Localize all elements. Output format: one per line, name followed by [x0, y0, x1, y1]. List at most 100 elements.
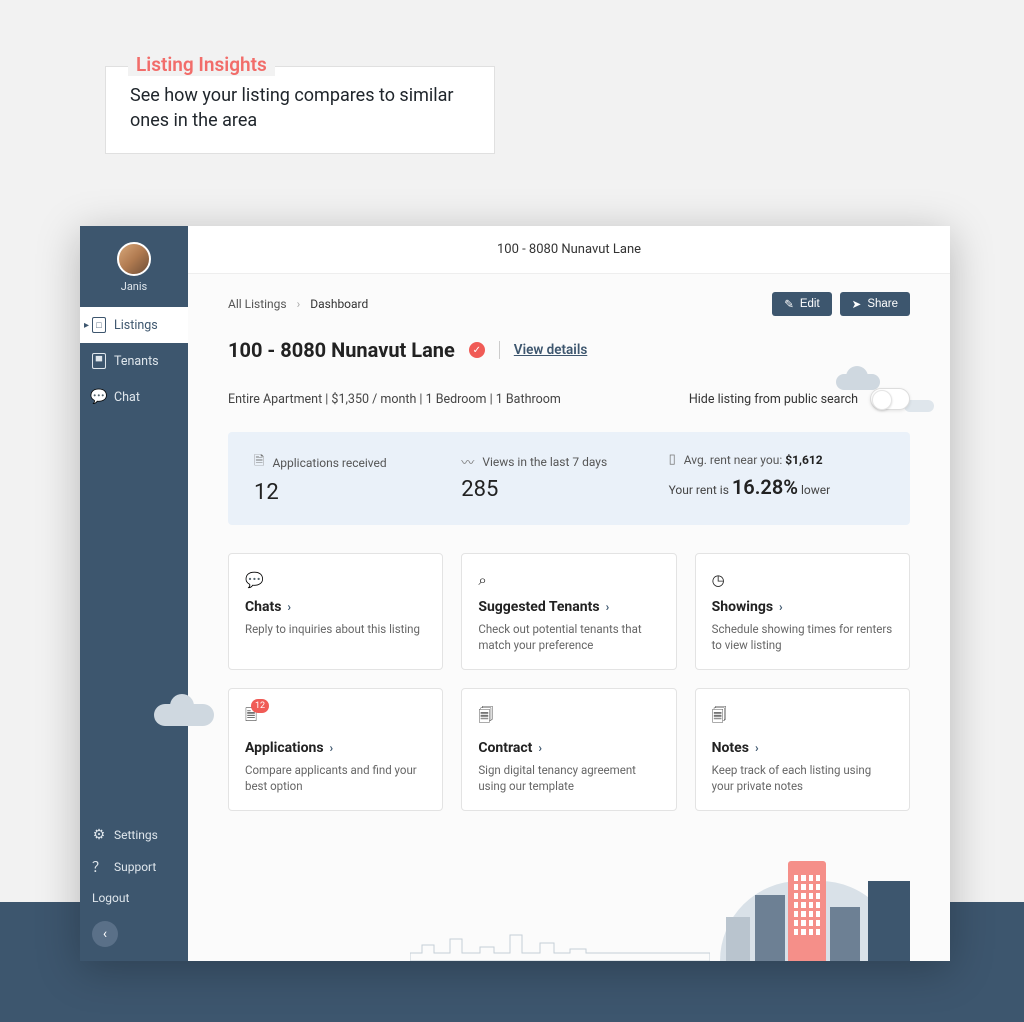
- stat-applications: 🗎 Applications received 12: [254, 452, 441, 505]
- applications-icon: 🗎 12: [245, 705, 257, 730]
- trend-icon: 〰: [461, 452, 474, 471]
- collapse-sidebar-button[interactable]: ‹: [92, 921, 118, 947]
- app-window: Janis □ Listings ▀ Tenants 💬 Chat ⚙ Sett…: [80, 226, 950, 961]
- insights-description: See how your listing compares to similar…: [130, 83, 470, 133]
- contract-icon: 🗐: [478, 705, 493, 730]
- help-icon: ？: [92, 859, 106, 875]
- card-suggested-tenants[interactable]: ⌕ Suggested Tenants › Check out potentia…: [461, 553, 676, 670]
- search-icon: ⌕: [478, 571, 486, 589]
- card-title: Contract: [478, 740, 532, 756]
- card-showings[interactable]: ◷ Showings › Schedule showing times for …: [695, 553, 910, 670]
- share-button[interactable]: ➤ Share: [840, 292, 910, 316]
- main-panel: 100 - 8080 Nunavut Lane All Listings › D…: [188, 226, 950, 961]
- card-chats[interactable]: 💬 Chats › Reply to inquiries about this …: [228, 553, 443, 670]
- toggle-label: Hide listing from public search: [689, 392, 858, 407]
- view-details-link[interactable]: View details: [514, 342, 587, 358]
- verified-badge-icon: ✓: [469, 342, 485, 358]
- document-icon: 🗎: [254, 452, 264, 474]
- sidebar-item-tenants[interactable]: ▀ Tenants: [80, 343, 188, 379]
- button-label: Share: [867, 298, 898, 310]
- sidebar-item-support[interactable]: ？ Support: [80, 851, 188, 883]
- chat-icon: 💬: [245, 571, 264, 589]
- clock-icon: ◷: [712, 571, 725, 589]
- stat-label: Avg. rent near you:: [684, 453, 783, 467]
- secondary-nav: ⚙ Settings ？ Support Logout: [80, 819, 188, 913]
- card-title: Notes: [712, 740, 749, 756]
- chevron-right-icon: ›: [287, 600, 291, 614]
- button-label: Edit: [800, 298, 820, 310]
- card-desc: Check out potential tenants that match y…: [478, 621, 659, 653]
- chevron-right-icon: ›: [297, 297, 301, 311]
- content: All Listings › Dashboard ✎ Edit ➤ Share: [188, 274, 950, 961]
- sidebar-item-label: Chat: [114, 390, 140, 405]
- sidebar-item-chat[interactable]: 💬 Chat: [80, 379, 188, 415]
- gear-icon: ⚙: [92, 827, 106, 843]
- sidebar-item-logout[interactable]: Logout: [80, 883, 188, 913]
- rent-pct: 16.28%: [732, 475, 798, 499]
- sidebar-item-listings[interactable]: □ Listings: [80, 307, 188, 343]
- chat-icon: 💬: [92, 389, 106, 405]
- chevron-right-icon: ›: [606, 600, 610, 614]
- insights-title: Listing Insights: [128, 53, 275, 76]
- card-desc: Compare applicants and find your best op…: [245, 762, 426, 794]
- divider: [499, 341, 500, 359]
- card-desc: Keep track of each listing using your pr…: [712, 762, 893, 794]
- stat-avg-rent: ▯ Avg. rent near you: $1,612 Your rent i…: [669, 452, 884, 505]
- header-row: All Listings › Dashboard ✎ Edit ➤ Share: [228, 292, 910, 316]
- building-icon: [788, 861, 826, 961]
- user-name: Janis: [80, 280, 188, 293]
- card-title: Suggested Tenants: [478, 599, 599, 615]
- cards-grid: 💬 Chats › Reply to inquiries about this …: [228, 553, 910, 811]
- hide-listing-toggle-row: Hide listing from public search: [689, 388, 910, 410]
- sidebar-item-label: Tenants: [114, 354, 159, 369]
- card-desc: Schedule showing times for renters to vi…: [712, 621, 893, 653]
- send-icon: ➤: [852, 297, 862, 311]
- breadcrumb: All Listings › Dashboard: [228, 297, 368, 311]
- card-title: Chats: [245, 599, 281, 615]
- city-illustration: [610, 841, 930, 961]
- listing-meta: Entire Apartment | $1,350 / month | 1 Be…: [228, 392, 561, 407]
- chevron-right-icon: ›: [755, 741, 759, 755]
- cloud-icon: [154, 704, 214, 726]
- listings-icon: □: [92, 317, 106, 333]
- pencil-icon: ✎: [784, 297, 794, 311]
- sidebar: Janis □ Listings ▀ Tenants 💬 Chat ⚙ Sett…: [80, 226, 188, 961]
- card-notes[interactable]: 🗐 Notes › Keep track of each listing usi…: [695, 688, 910, 811]
- stat-label: Applications received: [272, 456, 386, 470]
- stat-label: Views in the last 7 days: [482, 455, 607, 469]
- cloud-icon: [836, 374, 880, 390]
- card-applications[interactable]: 🗎 12 Applications › Compare applicants a…: [228, 688, 443, 811]
- sidebar-item-label: Support: [114, 860, 156, 874]
- title-row: 100 - 8080 Nunavut Lane ✓ View details: [228, 338, 910, 362]
- page-title: 100 - 8080 Nunavut Lane: [228, 338, 455, 362]
- chevron-right-icon: ›: [779, 600, 783, 614]
- badge-count: 12: [251, 699, 269, 713]
- card-title: Applications: [245, 740, 324, 756]
- tenants-icon: ▀: [92, 353, 106, 369]
- header-actions: ✎ Edit ➤ Share: [772, 292, 910, 316]
- card-contract[interactable]: 🗐 Contract › Sign digital tenancy agreem…: [461, 688, 676, 811]
- avatar-zone[interactable]: Janis: [80, 226, 188, 307]
- stat-value: 285: [461, 477, 648, 502]
- avg-rent-value: $1,612: [785, 453, 822, 467]
- card-title: Showings: [712, 599, 773, 615]
- window-title: 100 - 8080 Nunavut Lane: [188, 226, 950, 274]
- insights-callout: Listing Insights See how your listing co…: [105, 66, 495, 154]
- building-icon: ▯: [669, 452, 676, 467]
- edit-button[interactable]: ✎ Edit: [772, 292, 831, 316]
- chevron-left-icon: ‹: [103, 926, 107, 942]
- card-desc: Reply to inquiries about this listing: [245, 621, 426, 637]
- sidebar-item-label: Listings: [114, 318, 158, 333]
- sidebar-item-settings[interactable]: ⚙ Settings: [80, 819, 188, 851]
- primary-nav: □ Listings ▀ Tenants 💬 Chat: [80, 307, 188, 415]
- avatar-icon: [117, 242, 151, 276]
- chevron-right-icon: ›: [538, 741, 542, 755]
- sidebar-item-label: Logout: [92, 891, 129, 905]
- meta-row: Entire Apartment | $1,350 / month | 1 Be…: [228, 388, 910, 410]
- stat-views: 〰 Views in the last 7 days 285: [461, 452, 648, 505]
- breadcrumb-root[interactable]: All Listings: [228, 297, 287, 311]
- notes-icon: 🗐: [712, 705, 727, 730]
- stats-band: 🗎 Applications received 12 〰 Views in th…: [228, 432, 910, 525]
- hide-listing-toggle[interactable]: [870, 388, 910, 410]
- card-desc: Sign digital tenancy agreement using our…: [478, 762, 659, 794]
